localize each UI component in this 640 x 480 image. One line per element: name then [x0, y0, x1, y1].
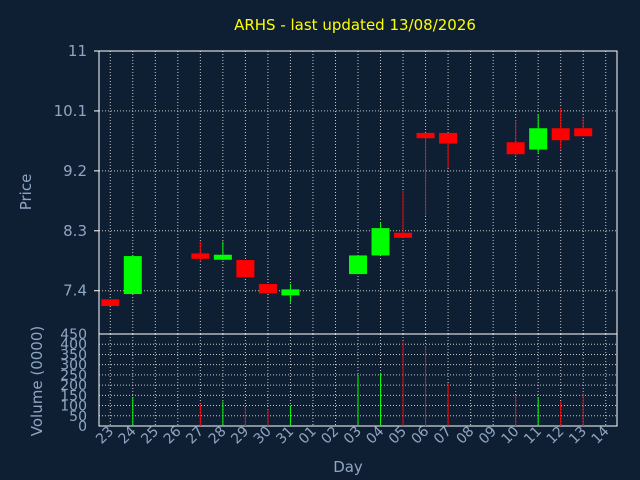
day-tick-label: 30 — [251, 424, 275, 448]
day-tick-label: 24 — [116, 423, 140, 447]
candle-body — [191, 253, 210, 259]
price-tick-label: 7.4 — [63, 282, 87, 300]
day-tick-label: 25 — [138, 424, 162, 448]
day-tick-label: 13 — [566, 424, 590, 448]
candle-body — [394, 232, 413, 238]
y-axis-label: Price — [17, 174, 35, 211]
day-tick-label: 27 — [183, 424, 207, 448]
day-tick-label: 01 — [296, 424, 320, 448]
chart-title: ARHS - last updated 13/08/2026 — [234, 16, 476, 34]
price-tick-label: 11 — [68, 42, 87, 60]
day-tick-label: 26 — [161, 423, 185, 447]
day-tick-label: 31 — [273, 424, 297, 448]
candle-body — [281, 289, 300, 296]
day-tick-label: 03 — [341, 424, 365, 448]
day-tick-label: 23 — [93, 424, 117, 448]
candle-body — [439, 132, 458, 144]
day-tick-label: 09 — [476, 424, 500, 448]
price-tick-label: 10.1 — [54, 102, 87, 120]
day-tick-label: 07 — [431, 424, 455, 448]
candle-body — [506, 142, 525, 155]
volume-tick-label: 0 — [78, 419, 87, 435]
candlestick-chart: ARHS - last updated 13/08/2026 11 10.1 9.2… — [17, 16, 618, 476]
candle-body — [551, 128, 570, 141]
day-tick-label: 04 — [363, 423, 387, 447]
candle-body — [349, 255, 367, 275]
candle-body — [371, 228, 390, 256]
day-tick-label: 14 — [589, 423, 613, 447]
day-tick-label: 11 — [521, 424, 545, 448]
candles — [101, 108, 593, 307]
day-tick-label: 06 — [408, 423, 432, 447]
day-tick-label: 12 — [544, 424, 568, 448]
price-axis: 11 10.1 9.2 8.3 7.4 — [54, 42, 99, 300]
candle-body — [213, 254, 232, 260]
candle-body — [574, 128, 593, 137]
candle-body — [236, 260, 255, 278]
day-tick-label: 08 — [454, 424, 478, 448]
day-tick-label: 05 — [386, 424, 410, 448]
candle-body — [529, 128, 548, 150]
day-axis: 2324252627282930310102030405060708091011… — [93, 423, 612, 447]
candle-body — [101, 299, 120, 307]
day-tick-label: 28 — [206, 424, 230, 448]
price-tick-label: 9.2 — [63, 162, 87, 180]
candle-body — [416, 132, 435, 139]
candle-body — [123, 256, 142, 295]
price-grid — [99, 50, 617, 334]
day-tick-label: 10 — [499, 424, 523, 448]
volume-axis: 450400350300250200150100500 — [60, 327, 87, 435]
price-tick-label: 8.3 — [63, 222, 87, 240]
x-axis-label: Day — [333, 458, 363, 476]
volume-axis-label: Volume (0000) — [28, 326, 46, 436]
day-tick-label: 02 — [318, 424, 342, 448]
day-tick-label: 29 — [228, 424, 252, 448]
candle-body — [258, 284, 277, 294]
